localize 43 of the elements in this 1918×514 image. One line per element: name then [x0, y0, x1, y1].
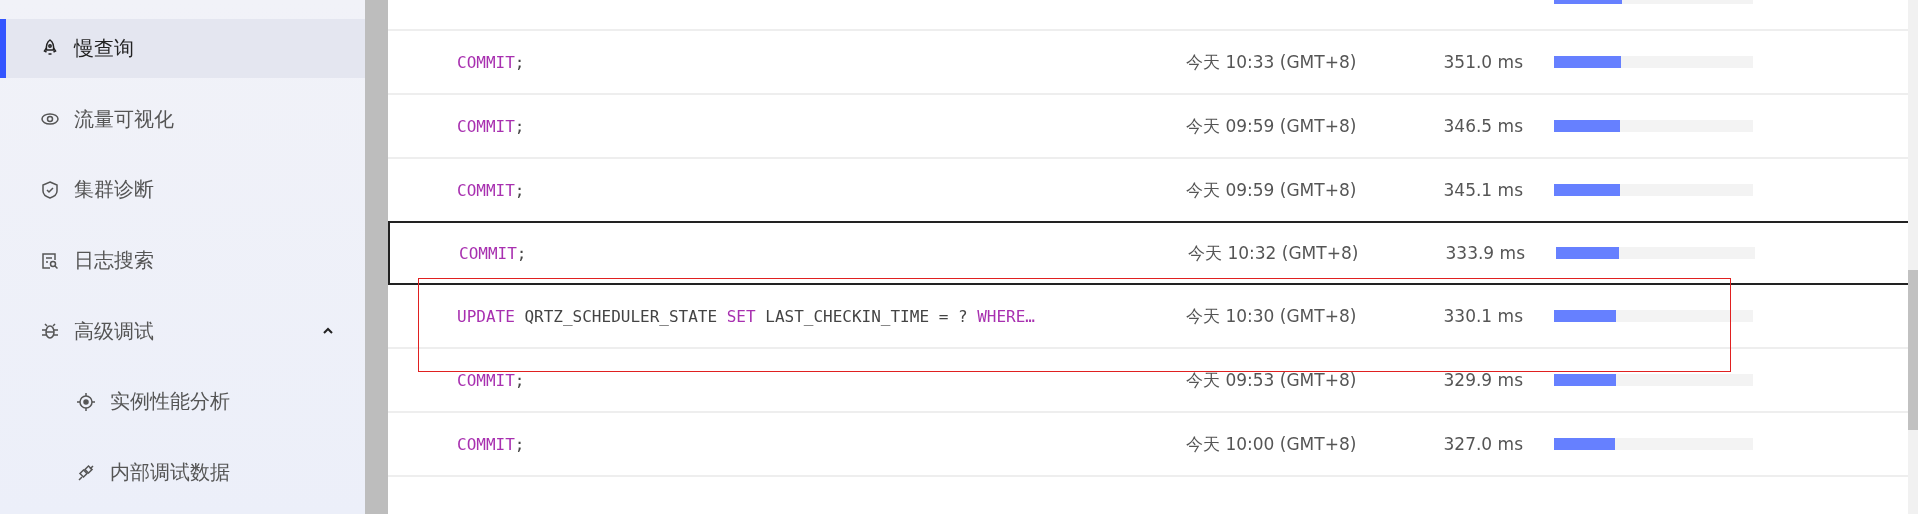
bug-icon	[40, 321, 60, 342]
target-icon	[76, 391, 96, 412]
sidebar-item[interactable]: 慢查询	[0, 19, 365, 78]
scrollbar-thumb[interactable]	[1908, 270, 1918, 430]
time-text: 今天 10:30 (GMT+8)	[1186, 304, 1358, 328]
table-row[interactable]: COMMIT; 今天 09:59 (GMT+8) 346.5 ms	[388, 95, 1908, 159]
shield-check-icon	[40, 179, 60, 200]
sidebar-item[interactable]: 流量可视化	[0, 89, 365, 149]
table-row[interactable]: COMMIT; 今天 09:53 (GMT+8) 329.9 ms	[388, 349, 1908, 413]
sidebar-scrollbar[interactable]	[365, 0, 388, 514]
table-row[interactable]: COMMIT; 今天 09:59 (GMT+8) 345.1 ms	[388, 159, 1908, 223]
duration-text: 345.1 ms	[1442, 180, 1523, 200]
table-row[interactable]: COMMIT; 今天 10:33 (GMT+8) 351.0 ms	[388, 31, 1908, 95]
plug-icon	[76, 462, 96, 483]
duration-text: 346.5 ms	[1442, 116, 1523, 136]
duration-text: 327.0 ms	[1442, 434, 1523, 454]
table-row[interactable]: COMMIT; 今天 10:00 (GMT+8) 327.0 ms	[388, 413, 1908, 477]
time-text: 今天 10:33 (GMT+8)	[1186, 50, 1358, 74]
sidebar-item[interactable]: 日志搜索	[0, 231, 365, 290]
duration-text: 351.0 ms	[1442, 52, 1523, 72]
table-row[interactable]: UPDATE QRTZ_SCHEDULER_STATE SET LAST_CHECKIN_TIME = ? WHERE… 今天 10:30 (GMT+8) 330.1 ms	[388, 285, 1908, 349]
sql-text: COMMIT;	[456, 116, 526, 136]
duration-text: 330.1 ms	[1442, 306, 1523, 326]
sql-text: UPDATE QRTZ_SCHEDULER_STATE SET LAST_CHECKIN_TIME = ? WHERE…	[456, 306, 1036, 326]
document-search-icon	[40, 250, 60, 271]
sql-text: COMMIT;	[456, 434, 526, 454]
time-text: 今天 10:00 (GMT+8)	[1186, 432, 1358, 456]
time-text: 今天 09:59 (GMT+8)	[1186, 178, 1358, 202]
scrollbar[interactable]	[1908, 0, 1918, 514]
sidebar-item[interactable]: 实例性能分析	[0, 372, 365, 432]
sql-text: COMMIT;	[456, 180, 526, 200]
sidebar-item[interactable]: 内部调试数据	[0, 443, 365, 503]
sql-text: COMMIT;	[458, 243, 528, 263]
time-text: 今天 09:53 (GMT+8)	[1186, 368, 1358, 392]
time-text: 今天 10:32 (GMT+8)	[1188, 241, 1360, 265]
duration-text: 333.9 ms	[1444, 243, 1525, 263]
duration-text: 329.9 ms	[1442, 370, 1523, 390]
sql-text: COMMIT;	[456, 52, 526, 72]
sql-text: COMMIT;	[456, 370, 526, 390]
table-row[interactable]: COMMIT; 今天 10:32 (GMT+8) 333.9 ms	[388, 221, 1908, 285]
sidebar-item[interactable]: 高级调试	[0, 301, 365, 361]
time-text: 今天 09:59 (GMT+8)	[1186, 114, 1358, 138]
sidebar-item[interactable]: 集群诊断	[0, 160, 365, 220]
